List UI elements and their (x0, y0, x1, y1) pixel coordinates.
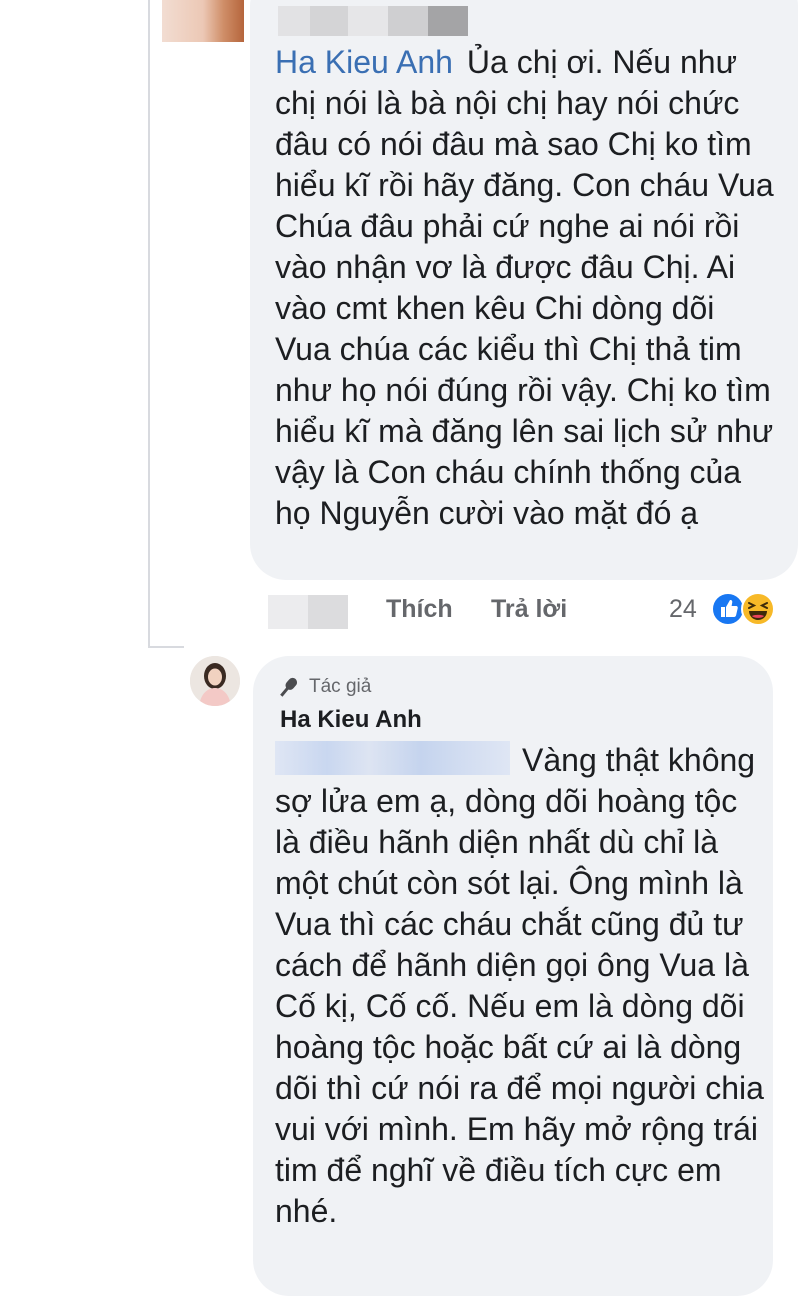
author-badge-label: Tác giả (309, 676, 372, 697)
microphone-icon (280, 677, 298, 697)
blurred-timestamp (268, 595, 348, 629)
like-button[interactable]: Thích (386, 595, 453, 624)
comment-text: Ha Kieu Anh Ủa chị ơi. Nếu như chị nói là… (275, 42, 775, 534)
blurred-name (278, 6, 468, 36)
reply-text: Vàng thật không sợ lửa em ạ, dòng dõi ho… (275, 740, 765, 1232)
comment-actions: Thích Trả lời 24 (0, 589, 800, 633)
reply-button[interactable]: Trả lời (491, 595, 567, 624)
blurred-mention-tag[interactable] (275, 741, 510, 775)
comment-author-link[interactable]: Ha Kieu Anh (275, 44, 453, 80)
reply-body: Vàng thật không sợ lửa em ạ, dòng dõi ho… (275, 742, 764, 1229)
haha-icon[interactable] (740, 591, 776, 627)
thread-line (148, 0, 150, 648)
reaction-count[interactable]: 24 (669, 595, 697, 624)
avatar[interactable] (190, 656, 240, 706)
blurred-avatar (162, 0, 244, 42)
thread-line-branch (148, 646, 184, 648)
comment-body: Ủa chị ơi. Nếu như chị nói là bà nội chị… (275, 44, 774, 531)
reply-author-name[interactable]: Ha Kieu Anh (280, 706, 422, 734)
